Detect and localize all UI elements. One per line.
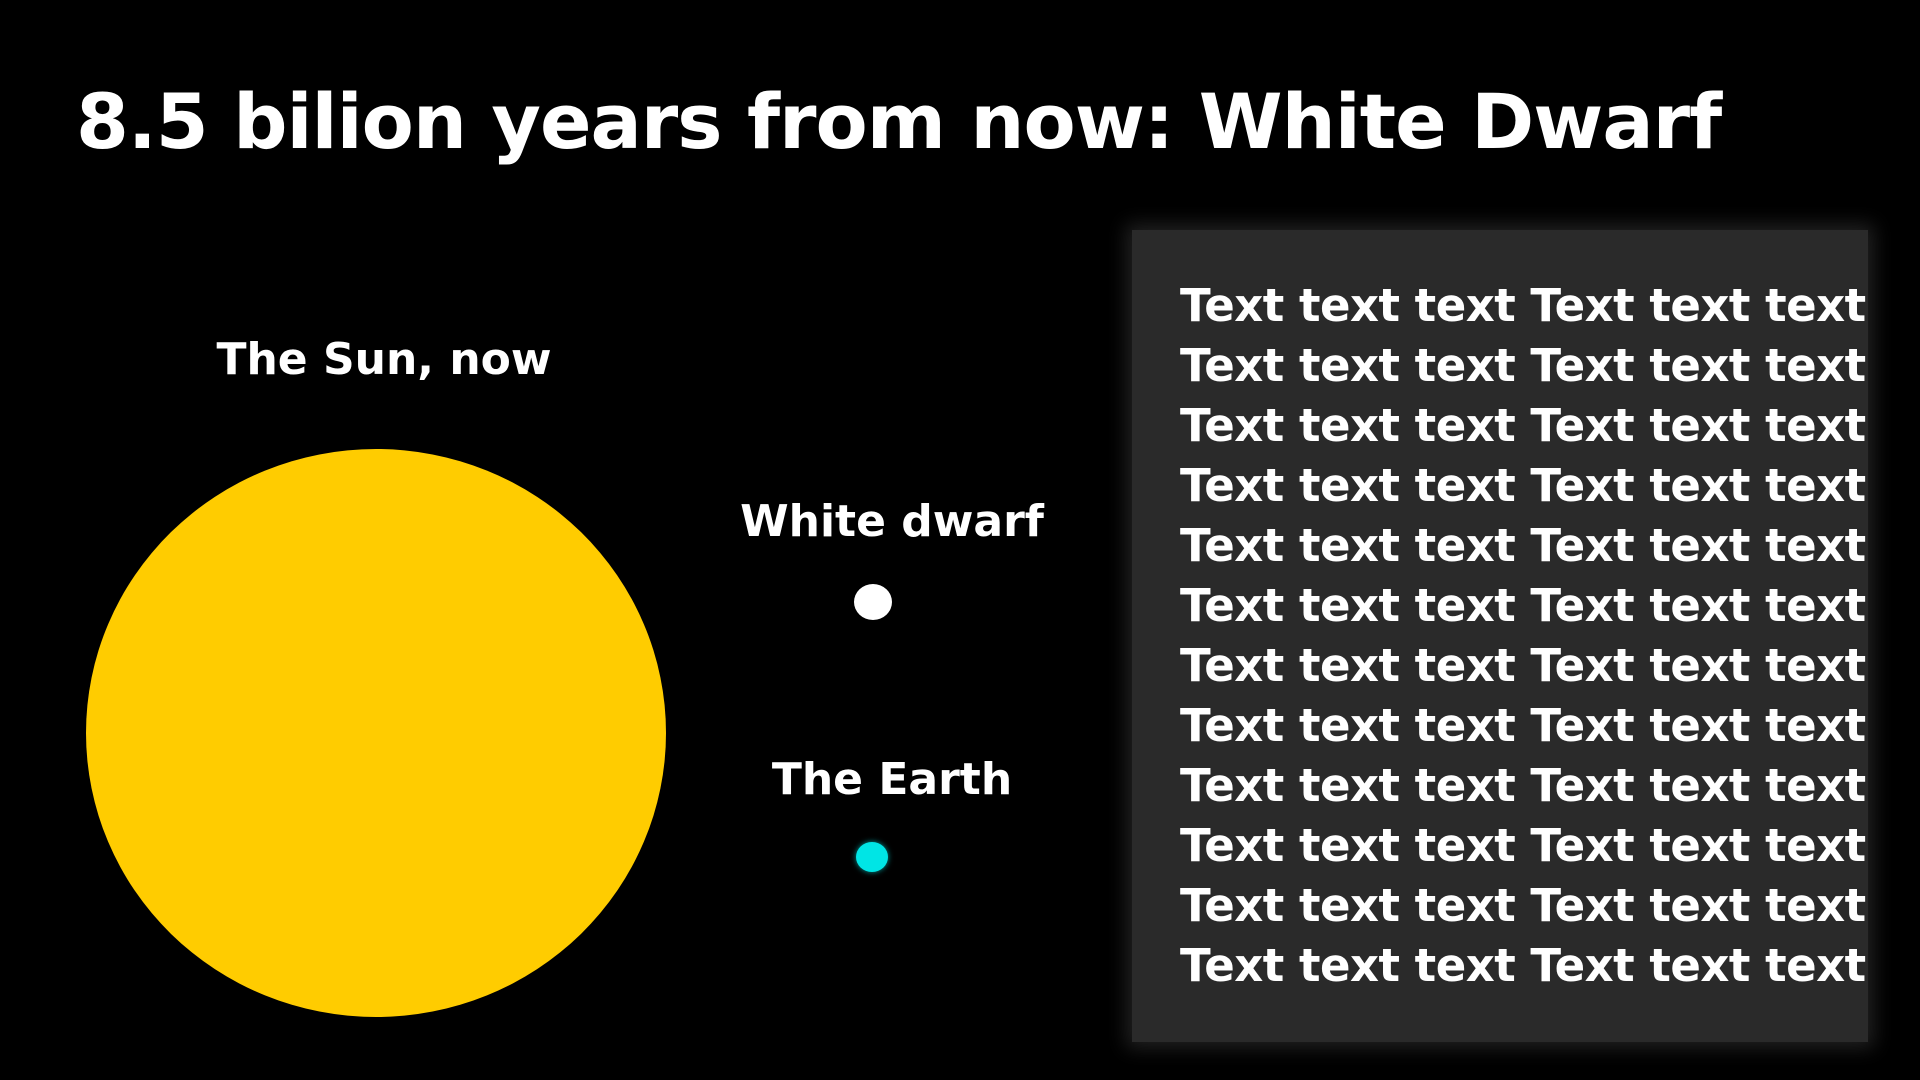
text-line: Text text text Text text text — [1180, 459, 1866, 512]
slide-title: 8.5 bilion years from now: White Dwarf — [76, 77, 1722, 166]
sun-circle — [86, 449, 666, 1017]
white-dwarf-label: White dwarf — [740, 496, 1044, 547]
earth-circle — [856, 842, 888, 872]
text-line: Text text text Text text text — [1180, 639, 1866, 692]
white-dwarf-circle — [854, 584, 892, 620]
slide: 8.5 bilion years from now: White Dwarf T… — [0, 0, 1920, 1080]
text-line: Text text text Text text text — [1180, 879, 1866, 932]
text-line: Text text text Text text text — [1180, 279, 1866, 332]
text-line: Text text text Text text text — [1180, 399, 1866, 452]
text-line: Text text text Text text text — [1180, 939, 1866, 992]
text-line: Text text text Text text text — [1180, 759, 1866, 812]
text-line: Text text text Text text text — [1180, 339, 1866, 392]
text-line: Text text text Text text text — [1180, 699, 1866, 752]
text-line: Text text text Text text text — [1180, 819, 1866, 872]
text-panel: Text text text Text text text Text text … — [1132, 230, 1868, 1042]
sun-label: The Sun, now — [216, 334, 552, 385]
earth-label: The Earth — [771, 754, 1013, 805]
text-line: Text text text Text text text — [1180, 519, 1866, 572]
text-line: Text text text Text text text — [1180, 579, 1866, 632]
